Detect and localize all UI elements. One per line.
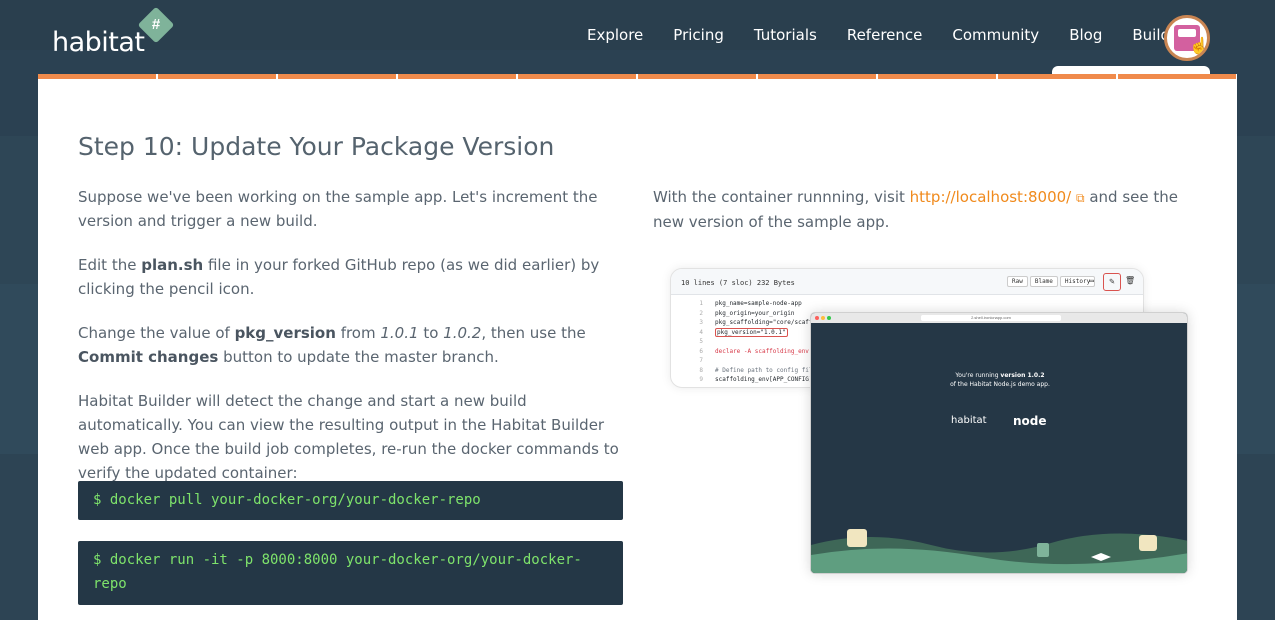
builder-paragraph: Habitat Builder will detect the change a… <box>78 392 619 482</box>
pencil-icon[interactable]: ✎ <box>1103 273 1121 291</box>
site-header: habitat # Explore Pricing Tutorials Refe… <box>0 0 1275 76</box>
file-meta: 10 lines (7 sloc) 232 Bytes <box>681 279 795 287</box>
hills-illustration <box>811 529 1187 573</box>
raw-button[interactable]: Raw <box>1007 276 1028 287</box>
running-message: You're running version 1.0.2 of the Habi… <box>950 372 1050 388</box>
habitat-small-logo: habitat <box>951 415 987 426</box>
nav-tutorials[interactable]: Tutorials <box>754 26 817 44</box>
habitat-logo[interactable]: habitat # <box>52 6 177 58</box>
external-link-icon: ⧉ <box>1076 191 1085 205</box>
browser-toolbar: 2.shell.ironicnapp.com <box>811 313 1187 323</box>
edit-paragraph: Edit the plan.sh file in your forked Git… <box>78 256 600 298</box>
docker-pull-code[interactable]: $ docker pull your-docker-org/your-docke… <box>78 481 623 520</box>
intro-paragraph: Suppose we've been working on the sample… <box>78 188 598 230</box>
file-header: 10 lines (7 sloc) 232 Bytes Raw Blame Hi… <box>671 269 1143 295</box>
main-nav: Explore Pricing Tutorials Reference Comm… <box>572 26 1200 44</box>
page-title: Step 10: Update Your Package Version <box>78 132 555 161</box>
nav-community[interactable]: Community <box>952 26 1039 44</box>
localhost-link[interactable]: http://localhost:8000/ <box>910 188 1072 206</box>
browser-window: 2.shell.ironicnapp.com You're running ve… <box>810 312 1188 574</box>
demo-screenshot: 10 lines (7 sloc) 232 Bytes Raw Blame Hi… <box>670 268 1190 574</box>
nav-blog[interactable]: Blog <box>1069 26 1102 44</box>
browser-url-bar[interactable]: 2.shell.ironicnapp.com <box>921 315 1061 321</box>
nav-reference[interactable]: Reference <box>847 26 923 44</box>
version-highlight: pkg_version="1.0.1" <box>715 327 788 337</box>
desktop-icon[interactable]: ▭ <box>1089 276 1094 285</box>
nav-pricing[interactable]: Pricing <box>673 26 724 44</box>
docker-run-code[interactable]: $ docker run -it -p 8000:8000 your-docke… <box>78 541 623 605</box>
change-paragraph: Change the value of pkg_version from 1.0… <box>78 324 586 366</box>
blame-button[interactable]: Blame <box>1029 276 1058 287</box>
tutorial-card: Step 10: Update Your Package Version Sup… <box>38 74 1237 620</box>
card-top-stripe <box>38 74 1237 79</box>
logo-text: habitat <box>52 27 145 58</box>
logo-mark-icon: # <box>137 6 175 44</box>
user-avatar[interactable]: ☝ <box>1164 15 1210 61</box>
nav-explore[interactable]: Explore <box>587 26 643 44</box>
pointer-cursor-icon: ☝ <box>1189 38 1209 55</box>
node-logo: node <box>1013 414 1047 428</box>
visit-paragraph: With the container runnning, visit http:… <box>653 188 1179 231</box>
trash-icon[interactable]: 🗑 <box>1125 276 1135 285</box>
